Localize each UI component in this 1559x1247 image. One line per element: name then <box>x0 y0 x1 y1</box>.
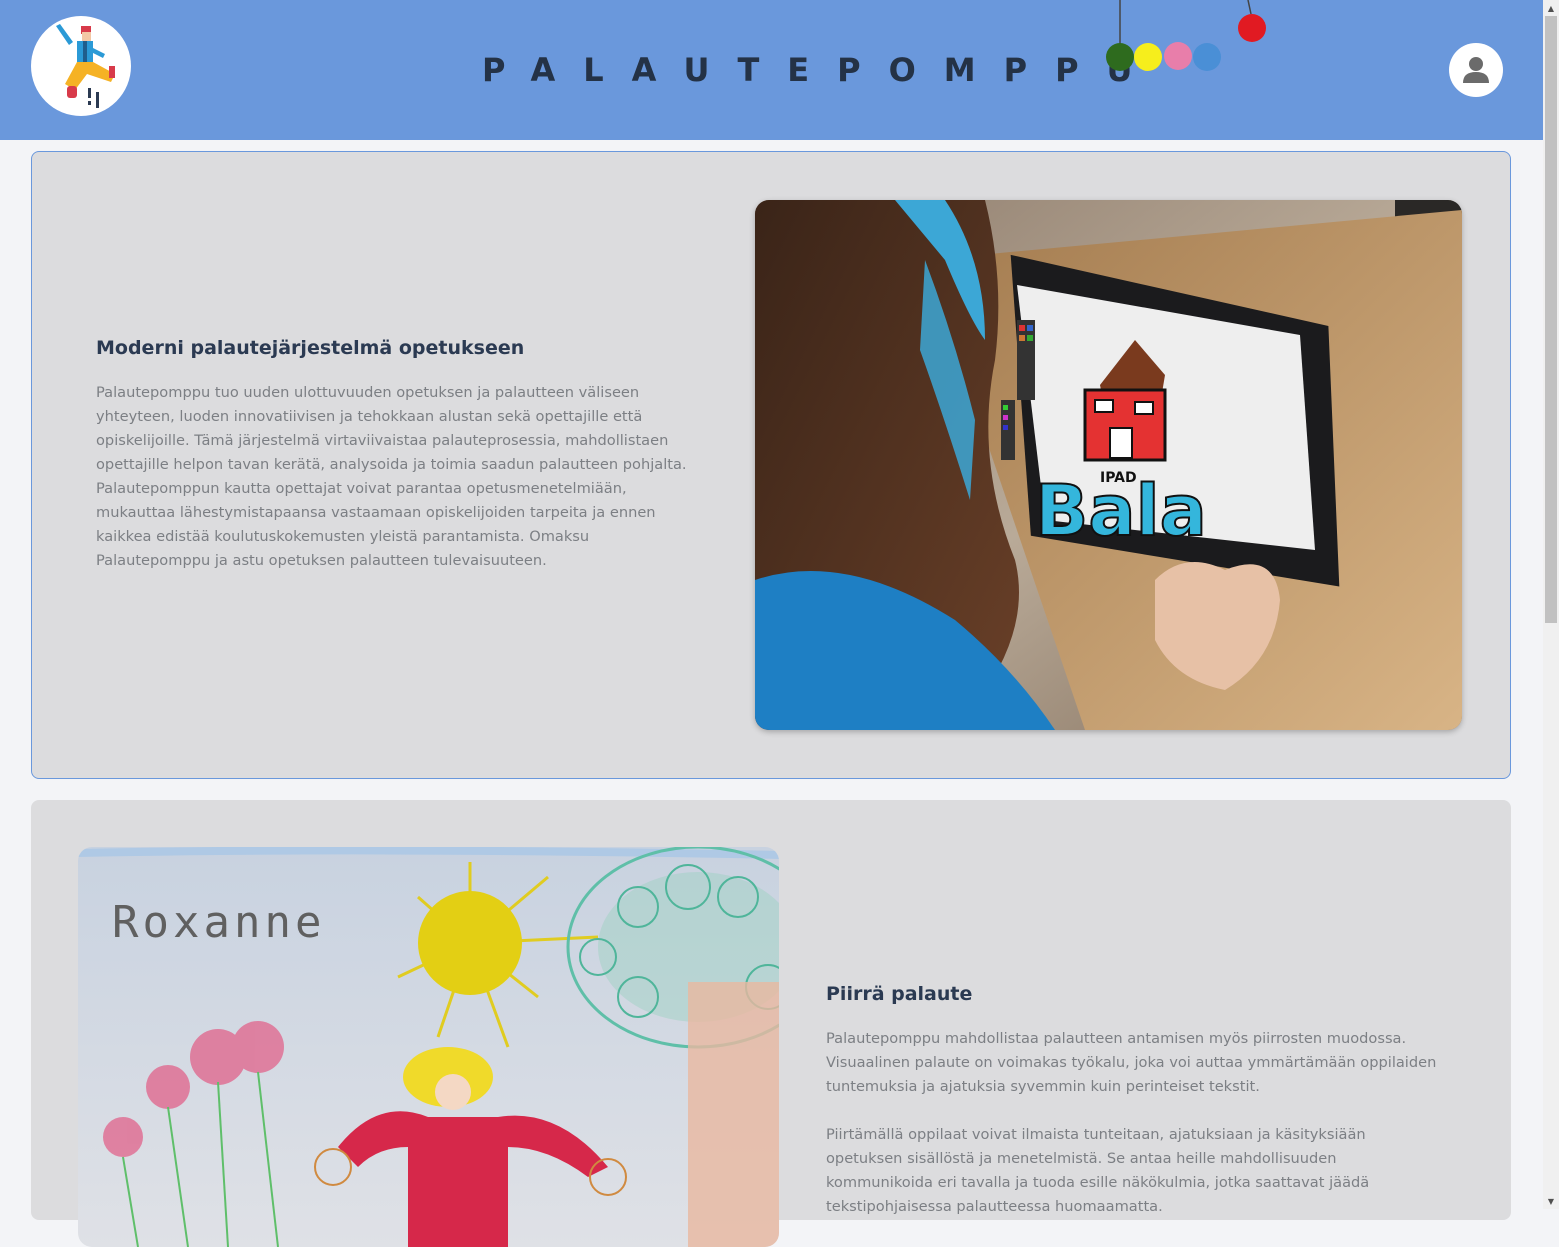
logo[interactable] <box>31 16 131 116</box>
section-title: Piirrä palaute <box>826 983 973 1005</box>
feature-card-draw-feedback: Roxanne Piirrä palaute Palautepomppu mah… <box>31 800 1511 1247</box>
drawing-signature-text: Roxanne <box>112 897 325 948</box>
scroll-down-icon[interactable]: ▼ <box>1543 1193 1559 1209</box>
dot-pink <box>1164 42 1192 70</box>
section-description-secondary: Piirtämällä oppilaat voivat ilmaista tun… <box>826 1126 1370 1215</box>
child-tablet-photo: IPAD Bala <box>755 200 1462 730</box>
decorative-hanging-dots <box>1106 0 1266 71</box>
vertical-scrollbar[interactable]: ▲ ▼ <box>1543 0 1559 1209</box>
child-crayon-drawing-image: Roxanne <box>78 847 779 1247</box>
user-account-button[interactable] <box>1449 43 1503 97</box>
scroll-up-icon[interactable]: ▲ <box>1543 0 1559 16</box>
dot-green <box>1106 43 1134 71</box>
dot-blue <box>1193 43 1221 71</box>
section-description: Palautepomppu tuo uuden ulottuvuuden ope… <box>96 384 687 569</box>
dot-red <box>1238 14 1266 42</box>
dot-yellow <box>1134 43 1162 71</box>
scrollbar-thumb[interactable] <box>1545 16 1557 623</box>
top-header: PALAUTEPOMPPU <box>0 0 1543 140</box>
user-avatar-icon <box>1463 57 1489 83</box>
feature-card-modern-feedback: Moderni palautejärjestelmä opetukseen Pa… <box>31 151 1511 779</box>
brand-title: PALAUTEPOMPPU <box>482 51 1161 89</box>
jumping-person-logo-icon <box>56 24 115 108</box>
section-title: Moderni palautejärjestelmä opetukseen <box>96 337 525 359</box>
tablet-drawing-bala-text: Bala <box>1035 470 1207 552</box>
section-description: Palautepomppu mahdollistaa palautteen an… <box>826 1030 1437 1095</box>
